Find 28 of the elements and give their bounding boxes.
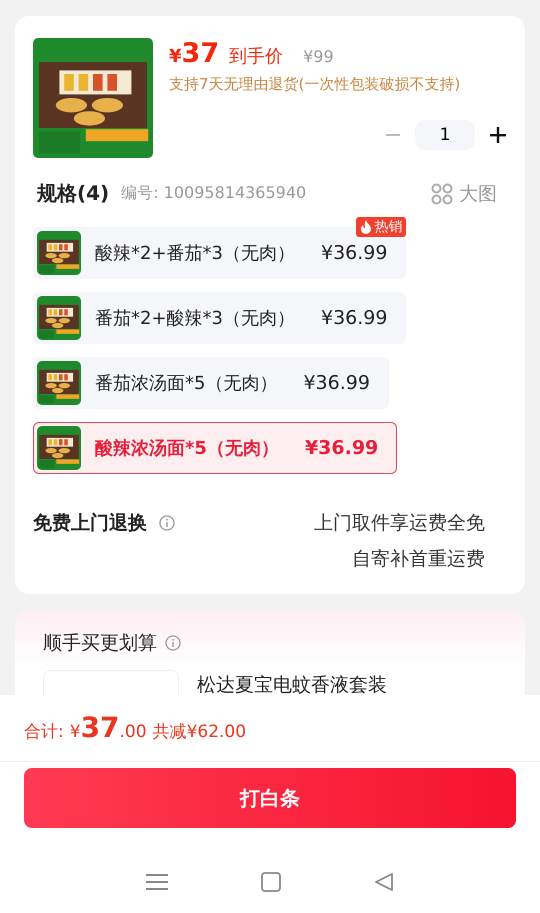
service-title: 免费上门退换 [33, 511, 147, 536]
hot-badge: 热销 [356, 217, 406, 237]
price: ¥37 [169, 38, 220, 69]
checkout-button[interactable]: 打白条 [24, 768, 516, 828]
price-label: 到手价 [229, 45, 284, 68]
home-icon[interactable] [260, 872, 281, 892]
spec-option[interactable]: 番茄浓汤面*5（无肉） ¥36.99 [33, 357, 389, 409]
spec-option[interactable]: 酸辣浓汤面*5（无肉） ¥36.99 [33, 422, 398, 474]
return-policy: 支持7天无理由退货(一次性包装破损不支持) [169, 75, 462, 94]
spec-option[interactable]: 番茄*2+酸辣*3（无肉） ¥36.99 [33, 292, 406, 344]
info-icon[interactable] [165, 635, 181, 651]
flame-icon [360, 220, 372, 234]
total-label: 合计: [24, 721, 64, 743]
plus-icon[interactable] [489, 126, 507, 144]
total-price: ¥37.00 [70, 711, 148, 744]
quantity-field[interactable]: 1 [415, 120, 475, 150]
menu-icon[interactable] [146, 872, 168, 892]
original-price: ¥99 [303, 47, 334, 66]
bundle-title: 顺手买更划算 [43, 631, 157, 656]
discount-text: 共减¥62.00 [152, 721, 246, 743]
spec-title: 规格(4) [37, 180, 110, 207]
bundle-item-name[interactable]: 松达夏宝电蚊香液套装 [197, 672, 387, 695]
grid-icon [431, 182, 453, 204]
service-text: 自寄补首重运费 [352, 547, 485, 572]
back-icon[interactable] [374, 872, 394, 892]
service-text: 上门取件享运费全免 [314, 511, 485, 536]
product-code: 编号: 10095814365940 [121, 183, 308, 204]
info-icon[interactable] [159, 515, 175, 531]
